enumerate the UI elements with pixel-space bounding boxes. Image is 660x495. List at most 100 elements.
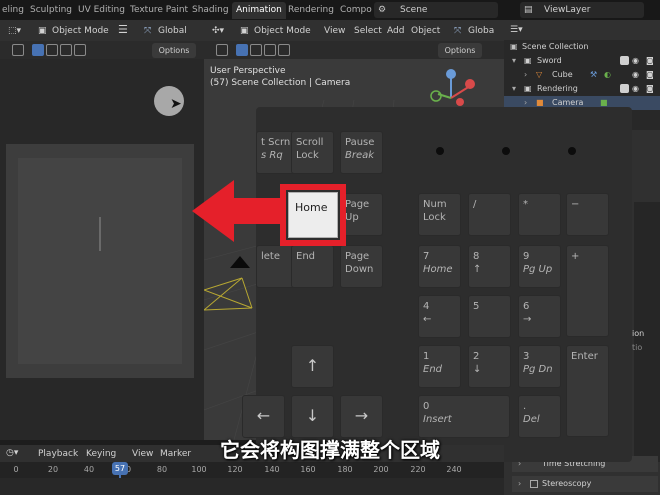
orientation-icon: ⤧ <box>144 26 152 36</box>
scene-icon: ⚙ <box>378 5 387 15</box>
outliner-row-rendering[interactable]: ▾ ▣ Rendering ◉ ◙ <box>504 82 660 96</box>
video-subtitle: 它会将构图撑满整个区域 <box>220 438 440 462</box>
key-num-minus: − <box>566 193 609 236</box>
collection-icon: ▣ <box>524 84 532 93</box>
view-layer-icon: ▤ <box>524 5 533 15</box>
left-tool-header: Options <box>0 41 204 59</box>
home-key-label: Home <box>295 201 328 214</box>
view-layer-name: ViewLayer <box>544 5 591 15</box>
viewport-cursor-tool-icon[interactable] <box>216 44 228 56</box>
outliner-editor-icon[interactable]: ☰▾ <box>510 24 523 36</box>
tab-animation[interactable]: Animation <box>232 2 286 19</box>
checkbox-icon[interactable] <box>530 480 538 488</box>
expand-icon[interactable]: ▾ <box>512 82 516 96</box>
left-options-button[interactable]: Options <box>152 43 196 58</box>
tab-shading[interactable]: Shading <box>188 2 233 19</box>
viewport-tool-header: Options <box>204 41 504 59</box>
key-page-up: Page Up <box>340 193 383 236</box>
key-num-5: 5 <box>468 295 511 338</box>
key-num-divide: / <box>468 193 511 236</box>
camera-view-area <box>18 158 182 364</box>
key-num-enter: Enter <box>566 345 609 437</box>
frame-tick: 220 <box>410 465 426 474</box>
select-invert-icon[interactable] <box>74 44 86 56</box>
frame-tick: 240 <box>446 465 462 474</box>
mouse-cursor-icon: ➤ <box>170 96 182 112</box>
modifier-icon: ⚒ <box>590 70 598 79</box>
viewport-select-extend-icon[interactable] <box>250 44 262 56</box>
key-num-0: 0 Insert <box>418 395 510 438</box>
eye-icon[interactable]: ◉ <box>632 54 639 68</box>
select-subtract-icon[interactable] <box>60 44 72 56</box>
checkbox-icon[interactable] <box>620 84 629 93</box>
viewport-select-box-icon[interactable] <box>236 44 248 56</box>
key-num-6: 6 → <box>518 295 561 338</box>
select-extend-icon[interactable] <box>46 44 58 56</box>
collection-icon: ▣ <box>524 56 532 65</box>
cursor-tool-icon[interactable] <box>12 44 24 56</box>
key-end: End <box>291 245 334 288</box>
frame-tick: 80 <box>156 465 168 474</box>
timeline-track[interactable] <box>0 478 504 495</box>
camera-object-wireframe <box>204 256 253 311</box>
menu-select[interactable]: Select <box>354 25 382 37</box>
eye-icon[interactable]: ◉ <box>632 68 639 82</box>
menu-add[interactable]: Add <box>387 25 404 37</box>
viewport-mode-dropdown[interactable]: Object Mode <box>254 25 311 37</box>
viewport-collection-label: (57) Scene Collection | Camera <box>210 78 351 88</box>
frame-tick: 0 <box>13 465 19 474</box>
tab-rendering[interactable]: Rendering <box>284 2 338 19</box>
properties-partial-label: tio <box>632 343 643 352</box>
left-orientation-dropdown[interactable]: Global <box>158 25 187 37</box>
workspace-tab-bar: eling Sculpting UV Editing Texture Paint… <box>0 0 660 20</box>
editor-type-icon[interactable]: ⬚▾ <box>8 25 21 37</box>
viewport-editor-type-icon[interactable]: ✣▾ <box>212 25 224 37</box>
key-arrow-down: ↓ <box>291 395 334 438</box>
camera-render-icon[interactable]: ◙ <box>646 54 654 68</box>
viewport-select-invert-icon[interactable] <box>278 44 290 56</box>
left-mode-dropdown[interactable]: Object Mode <box>52 25 109 37</box>
camera-render-icon[interactable]: ◙ <box>646 82 654 96</box>
current-frame-indicator[interactable]: 57 <box>112 462 128 475</box>
menu-view[interactable]: View <box>324 25 345 37</box>
tab-texture-paint[interactable]: Texture Paint <box>126 2 192 19</box>
outliner-item-label: Rendering <box>537 84 578 93</box>
viewport-options-button[interactable]: Options <box>438 43 482 58</box>
checkbox-icon[interactable] <box>620 56 629 65</box>
frame-tick: 140 <box>264 465 280 474</box>
expand-icon[interactable]: ▾ <box>512 54 516 68</box>
key-num-2: 2 ↓ <box>468 345 511 388</box>
tab-compositing[interactable]: Compo <box>336 2 376 19</box>
hamburger-menu-icon[interactable]: ☰ <box>118 24 128 36</box>
viewport-orientation-icon: ⤧ <box>454 26 462 36</box>
outliner-item-label: Sword <box>537 56 562 65</box>
collapse-icon[interactable]: › <box>524 68 527 82</box>
camera-frame <box>6 144 194 378</box>
viewport-perspective-label: User Perspective <box>210 66 286 76</box>
blender-window: eling Sculpting UV Editing Texture Paint… <box>0 0 660 495</box>
tab-modeling[interactable]: eling <box>0 2 28 19</box>
key-num-multiply: * <box>518 193 561 236</box>
mode-icon: ▣ <box>38 26 47 36</box>
viewport-select-subtract-icon[interactable] <box>264 44 276 56</box>
scene-selector[interactable]: ⚙ Scene <box>374 2 498 18</box>
outliner-row-cube[interactable]: › ▽ Cube ⚒ ◐ ◉ ◙ <box>504 68 660 82</box>
collection-icon: ▣ <box>510 42 518 51</box>
section-stereoscopy[interactable]: › Stereoscopy <box>512 476 658 492</box>
viewport-orientation-dropdown[interactable]: Globa <box>468 25 494 37</box>
key-num-plus: + <box>566 245 609 337</box>
tab-sculpting[interactable]: Sculpting <box>26 2 76 19</box>
outliner-root-row[interactable]: ▣ Scene Collection <box>504 40 660 54</box>
key-num-decimal: . Del <box>518 395 561 438</box>
viewport-mode-icon: ▣ <box>240 26 249 36</box>
left-editor-header: ⬚▾ ▣ Object Mode ☰ ⤧ Global <box>0 20 204 42</box>
view-layer-selector[interactable]: ▤ ViewLayer <box>520 2 644 18</box>
frame-tick: 180 <box>337 465 353 474</box>
tab-uv-editing[interactable]: UV Editing <box>74 2 129 19</box>
select-box-icon[interactable] <box>32 44 44 56</box>
camera-render-icon[interactable]: ◙ <box>646 68 654 82</box>
eye-icon[interactable]: ◉ <box>632 82 639 96</box>
key-arrow-up: ↑ <box>291 345 334 388</box>
outliner-row-sword[interactable]: ▾ ▣ Sword ◉ ◙ <box>504 54 660 68</box>
menu-object[interactable]: Object <box>411 25 440 37</box>
